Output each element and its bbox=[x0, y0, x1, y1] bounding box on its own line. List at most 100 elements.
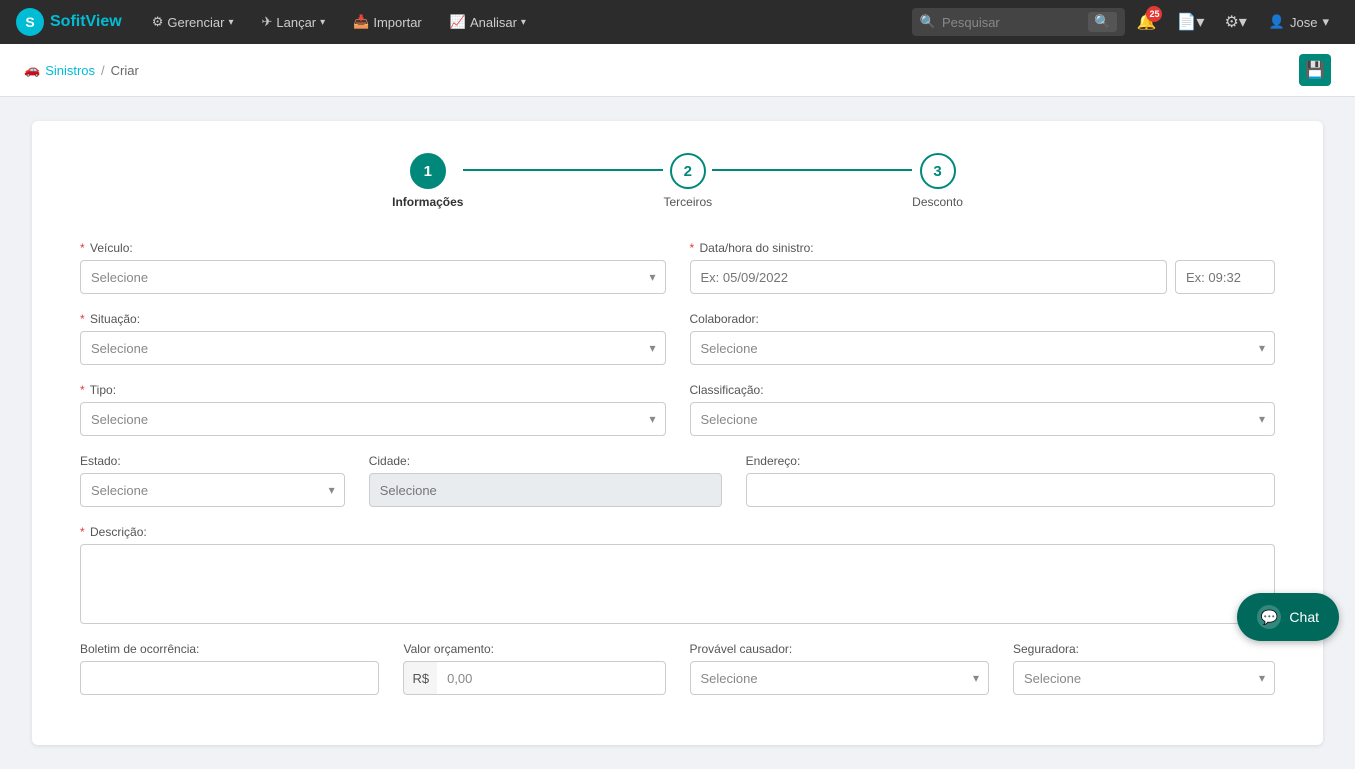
breadcrumb-parent-link[interactable]: 🚗 Sinistros bbox=[24, 62, 95, 78]
seguradora-select[interactable]: Selecione bbox=[1013, 661, 1275, 695]
search-button[interactable]: 🔍 bbox=[1088, 12, 1117, 32]
navbar: S SofitView ⚙ Gerenciar ▾ ✈ Lançar ▾ 📥 I… bbox=[0, 0, 1355, 44]
chevron-down-icon: ▾ bbox=[1196, 12, 1204, 32]
boletim-label: Boletim de ocorrência: bbox=[80, 642, 379, 656]
import-icon: 📥 bbox=[353, 14, 369, 30]
estado-group: Estado: Selecione bbox=[80, 454, 345, 507]
chevron-down-icon: ▾ bbox=[1239, 12, 1247, 32]
colaborador-label: Colaborador: bbox=[690, 312, 1276, 326]
colaborador-select[interactable]: Selecione bbox=[690, 331, 1276, 365]
step-line-1 bbox=[463, 169, 663, 171]
step-line-2 bbox=[712, 169, 912, 171]
breadcrumb-bar: 🚗 Sinistros / Criar 💾 bbox=[0, 44, 1355, 97]
cidade-group: Cidade: bbox=[369, 454, 722, 507]
chart-icon: 📈 bbox=[450, 14, 466, 30]
search-input[interactable] bbox=[942, 15, 1082, 30]
file-button[interactable]: 📄 ▾ bbox=[1168, 0, 1212, 44]
seguradora-wrapper: Selecione bbox=[1013, 661, 1275, 695]
brand-logo: S bbox=[16, 8, 44, 36]
breadcrumb-current: Criar bbox=[111, 63, 139, 78]
endereco-group: Endereço: bbox=[746, 454, 1275, 507]
nav-lancar[interactable]: ✈ Lançar ▾ bbox=[251, 0, 335, 44]
colaborador-select-wrapper: Selecione bbox=[690, 331, 1276, 365]
provavel-causador-label: Provável causador: bbox=[690, 642, 989, 656]
form-card: 1 Informações 2 Terceiros 3 Desconto * V… bbox=[32, 121, 1323, 745]
nav-analisar[interactable]: 📈 Analisar ▾ bbox=[440, 0, 536, 44]
form-row-4: Estado: Selecione Cidade: Endereço: bbox=[80, 454, 1275, 507]
descricao-label: * Descrição: bbox=[80, 525, 1275, 539]
veiculo-select[interactable]: Selecione bbox=[80, 260, 666, 294]
form-row-5: * Descrição: bbox=[80, 525, 1275, 624]
seguradora-label: Seguradora: bbox=[1013, 642, 1275, 656]
notifications-button[interactable]: 🔔 25 bbox=[1129, 0, 1165, 44]
breadcrumb-separator: / bbox=[101, 63, 105, 78]
estado-label: Estado: bbox=[80, 454, 345, 468]
valor-orcamento-label: Valor orçamento: bbox=[403, 642, 665, 656]
settings-button[interactable]: ⚙ ▾ bbox=[1216, 0, 1254, 44]
chat-button[interactable]: 💬 Chat bbox=[1237, 593, 1339, 641]
veiculo-label: * Veículo: bbox=[80, 241, 666, 255]
notification-badge: 25 bbox=[1146, 6, 1162, 22]
chat-icon: 💬 bbox=[1257, 605, 1281, 629]
user-menu[interactable]: 👤 Jose ▾ bbox=[1259, 0, 1339, 44]
provavel-causador-group: Provável causador: Selecione bbox=[690, 642, 989, 695]
search-icon: 🔍 bbox=[920, 14, 936, 30]
form-row-1: * Veículo: Selecione * Data/hora do sini… bbox=[80, 241, 1275, 294]
step-1-label: Informações bbox=[392, 195, 463, 209]
classificacao-select-wrapper: Selecione bbox=[690, 402, 1276, 436]
valor-orcamento-input[interactable] bbox=[437, 661, 665, 695]
breadcrumb-action-button[interactable]: 💾 bbox=[1299, 54, 1331, 86]
boletim-group: Boletim de ocorrência: bbox=[80, 642, 379, 695]
endereco-label: Endereço: bbox=[746, 454, 1275, 468]
descricao-textarea[interactable] bbox=[80, 544, 1275, 624]
chevron-down-icon: ▾ bbox=[320, 17, 325, 28]
step-2-circle: 2 bbox=[670, 153, 706, 189]
situacao-select[interactable]: Selecione bbox=[80, 331, 666, 365]
nav-importar[interactable]: 📥 Importar bbox=[343, 0, 432, 44]
classificacao-select[interactable]: Selecione bbox=[690, 402, 1276, 436]
data-hora-group: * Data/hora do sinistro: bbox=[690, 241, 1276, 294]
veiculo-group: * Veículo: Selecione bbox=[80, 241, 666, 294]
boletim-input[interactable] bbox=[80, 661, 379, 695]
stepper: 1 Informações 2 Terceiros 3 Desconto bbox=[80, 153, 1275, 209]
situacao-label: * Situação: bbox=[80, 312, 666, 326]
form-row-6: Boletim de ocorrência: Valor orçamento: … bbox=[80, 642, 1275, 695]
data-hora-label: * Data/hora do sinistro: bbox=[690, 241, 1276, 255]
colaborador-group: Colaborador: Selecione bbox=[690, 312, 1276, 365]
time-input[interactable] bbox=[1175, 260, 1275, 294]
provavel-causador-select[interactable]: Selecione bbox=[690, 661, 989, 695]
step-3-circle: 3 bbox=[920, 153, 956, 189]
chevron-down-icon: ▾ bbox=[1322, 14, 1329, 30]
main-content: 1 Informações 2 Terceiros 3 Desconto * V… bbox=[0, 97, 1355, 769]
valor-orcamento-group: Valor orçamento: R$ bbox=[403, 642, 665, 695]
date-input[interactable] bbox=[690, 260, 1168, 294]
step-2-label: Terceiros bbox=[663, 195, 712, 209]
situacao-group: * Situação: Selecione bbox=[80, 312, 666, 365]
step-1: 1 Informações bbox=[392, 153, 463, 209]
classificacao-label: Classificação: bbox=[690, 383, 1276, 397]
estado-select-wrapper: Selecione bbox=[80, 473, 345, 507]
estado-select[interactable]: Selecione bbox=[80, 473, 345, 507]
cidade-input bbox=[369, 473, 722, 507]
situacao-select-wrapper: Selecione bbox=[80, 331, 666, 365]
launch-icon: ✈ bbox=[261, 14, 272, 30]
seguradora-group: Seguradora: Selecione bbox=[1013, 642, 1275, 695]
currency-prefix: R$ bbox=[403, 661, 437, 695]
brand: S SofitView bbox=[16, 8, 122, 36]
classificacao-group: Classificação: Selecione bbox=[690, 383, 1276, 436]
gear-icon: ⚙ bbox=[152, 14, 164, 30]
tipo-label: * Tipo: bbox=[80, 383, 666, 397]
step-3: 3 Desconto bbox=[912, 153, 963, 209]
chevron-down-icon: ▾ bbox=[521, 17, 526, 28]
datetime-group bbox=[690, 260, 1276, 294]
navbar-right: 🔍 🔍 🔔 25 📄 ▾ ⚙ ▾ 👤 Jose ▾ bbox=[912, 0, 1339, 44]
step-1-circle: 1 bbox=[410, 153, 446, 189]
descricao-group: * Descrição: bbox=[80, 525, 1275, 624]
cidade-label: Cidade: bbox=[369, 454, 722, 468]
tipo-select[interactable]: Selecione bbox=[80, 402, 666, 436]
step-2: 2 Terceiros bbox=[663, 153, 712, 209]
endereco-input[interactable] bbox=[746, 473, 1275, 507]
save-icon: 💾 bbox=[1305, 60, 1325, 80]
nav-gerenciar[interactable]: ⚙ Gerenciar ▾ bbox=[142, 0, 244, 44]
tipo-select-wrapper: Selecione bbox=[80, 402, 666, 436]
